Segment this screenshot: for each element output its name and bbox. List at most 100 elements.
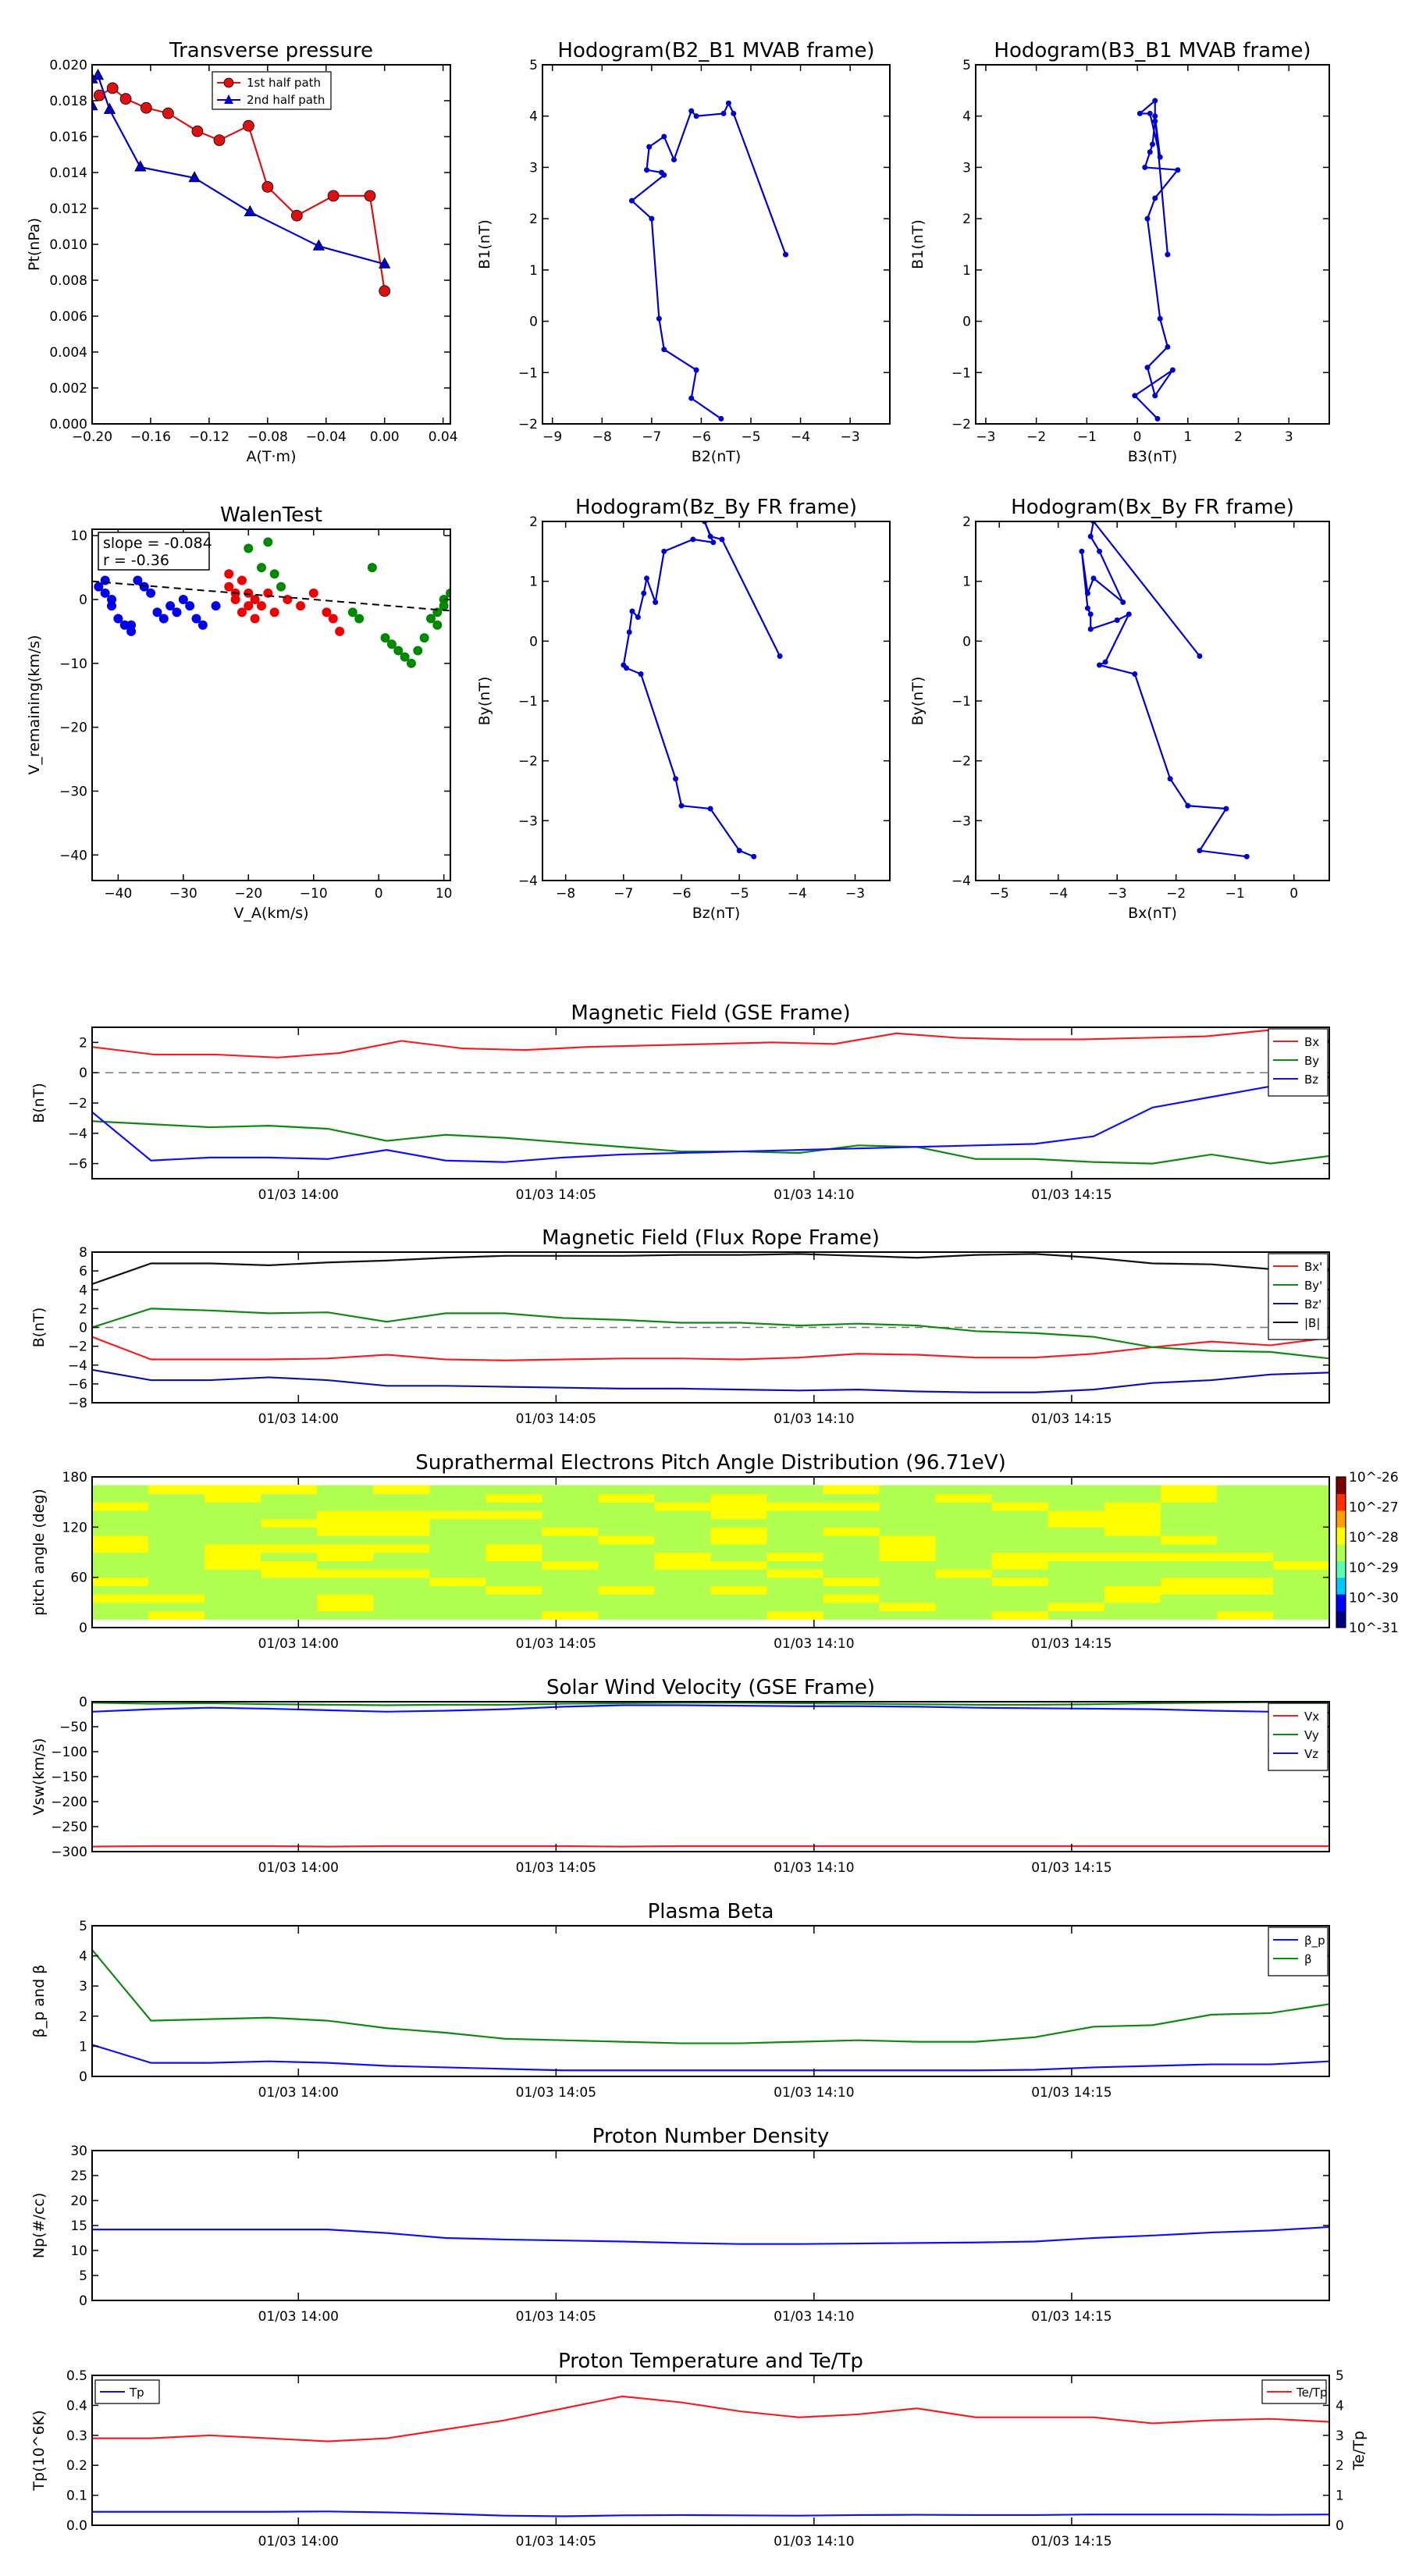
pad-cell — [767, 1568, 824, 1578]
tp-point — [379, 285, 391, 297]
pad-cell — [1104, 1552, 1161, 1561]
pad-cell — [429, 1585, 486, 1595]
h21-point — [718, 415, 724, 422]
hxy-point — [1243, 853, 1250, 859]
bfr-ytick-label: −4 — [68, 1358, 87, 1374]
vsw-ylabel: Vsw(km/s) — [30, 1738, 48, 1815]
vsw-axes-frame — [91, 1701, 1330, 1852]
hxy-point — [1132, 671, 1138, 677]
bfr-legend-label: Bz' — [1304, 1297, 1321, 1311]
pad-cell — [1160, 1568, 1218, 1578]
pad-cell — [486, 1585, 542, 1595]
pad-cell — [486, 1560, 542, 1570]
pad-cell — [1272, 1568, 1329, 1578]
hxy-ytick-label: 0 — [962, 634, 971, 649]
np-xtick-label: 01/03 14:05 — [516, 2309, 596, 2325]
pad-cell — [148, 1535, 205, 1545]
bfr-series-line — [92, 1368, 1329, 1393]
bfr-ytick-label: 6 — [79, 1264, 87, 1279]
np-xtick-label: 01/03 14:00 — [258, 2309, 339, 2325]
pad-cell — [710, 1543, 768, 1553]
h21-ytick-label: 1 — [529, 263, 538, 279]
beta-data-area — [92, 1949, 1329, 2072]
np-title: Proton Number Density — [592, 2125, 830, 2148]
tpt-y2label: Te/Tp — [1350, 2431, 1368, 2471]
h21-point — [693, 367, 699, 373]
bfr-xtick-label: 01/03 14:10 — [774, 1411, 854, 1427]
np-ylabel: Np(#/cc) — [30, 2193, 48, 2258]
bfr-ytick-label: −6 — [68, 1377, 87, 1393]
h21-title: Hodogram(B2_B1 MVAB frame) — [557, 39, 874, 62]
tpt-y2tick-label: 2 — [1336, 2458, 1344, 2474]
vsw-ytick-label: −100 — [51, 1745, 87, 1760]
pad-cell — [1048, 1568, 1105, 1578]
pad-cell — [935, 1510, 993, 1520]
tp-xtick-label: 0.04 — [429, 429, 458, 445]
hxy-data-area — [1079, 521, 1250, 859]
pad-cell — [261, 1493, 318, 1503]
pad-cell — [486, 1510, 542, 1520]
pad-cell — [823, 1485, 880, 1495]
pad-cell — [261, 1560, 318, 1570]
pad-cell — [823, 1610, 880, 1620]
vsw-series-line — [92, 1704, 1329, 1714]
hxy-point — [1167, 776, 1173, 782]
pad-cell — [710, 1585, 768, 1595]
pad-cell — [1160, 1535, 1218, 1545]
pad-cell — [429, 1552, 486, 1561]
tp-title: Transverse pressure — [169, 39, 373, 62]
hxy-title: Hodogram(Bx_By FR frame) — [1011, 496, 1294, 519]
pad-cell — [1272, 1535, 1329, 1545]
hxy-axes-frame — [975, 521, 1330, 881]
pad-cell — [991, 1485, 1049, 1495]
h31-title: Hodogram(B3_B1 MVAB frame) — [994, 39, 1311, 62]
walen-ytick-label: −30 — [59, 784, 87, 799]
vsw-ytick-label: −50 — [59, 1720, 87, 1735]
pad-cell — [317, 1527, 374, 1536]
walen-point — [250, 614, 260, 624]
pad-colorbar-segment — [1336, 1543, 1346, 1561]
pad-cell — [598, 1502, 656, 1511]
pad-cell — [823, 1493, 880, 1503]
pad-cell — [542, 1610, 599, 1620]
h31-point — [1152, 98, 1158, 104]
h31-ytick-label: 1 — [962, 263, 971, 279]
h31-xlabel: B3(nT) — [1128, 448, 1178, 465]
pad-cell — [373, 1485, 430, 1495]
tp-plot — [91, 64, 450, 425]
bfr-ytick-label: 0 — [79, 1321, 87, 1336]
bgse-plot — [92, 1028, 1329, 1165]
hxy-point — [1087, 533, 1094, 539]
pad-cell — [767, 1535, 824, 1545]
pad-cell — [373, 1552, 430, 1561]
vsw-title: Solar Wind Velocity (GSE Frame) — [546, 1676, 875, 1699]
pad-cell — [1104, 1535, 1161, 1545]
bgse-xtick-label: 01/03 14:15 — [1031, 1187, 1112, 1203]
pad-cell — [542, 1560, 599, 1570]
pad-cell — [1216, 1518, 1274, 1528]
h21-point — [693, 113, 699, 119]
bfr-ylabel: B(nT) — [30, 1308, 48, 1348]
pad-cell — [767, 1493, 824, 1503]
pad-cell — [261, 1535, 318, 1545]
pad-cell — [148, 1594, 205, 1603]
pad-cell — [1104, 1485, 1161, 1495]
pad-cell — [261, 1577, 318, 1586]
tp-point — [191, 125, 204, 137]
pad-cell — [486, 1502, 542, 1511]
beta-ytick-label: 3 — [79, 1979, 87, 1994]
pad-cell — [598, 1594, 656, 1603]
pad-cell — [879, 1485, 937, 1495]
bgse-ytick-label: −2 — [68, 1096, 87, 1112]
pad-cell — [1272, 1602, 1329, 1612]
pad-cell — [92, 1543, 149, 1553]
pad-cell — [1272, 1493, 1329, 1503]
walen-point — [224, 569, 234, 579]
np-ytick-label: 30 — [70, 2144, 87, 2159]
tp-point — [119, 93, 132, 105]
pad-cell — [879, 1535, 937, 1545]
pad-cell — [1104, 1502, 1161, 1511]
pad-cell — [1048, 1610, 1105, 1620]
hzy-ytick-label: −3 — [518, 813, 538, 829]
tp-point — [244, 205, 257, 217]
